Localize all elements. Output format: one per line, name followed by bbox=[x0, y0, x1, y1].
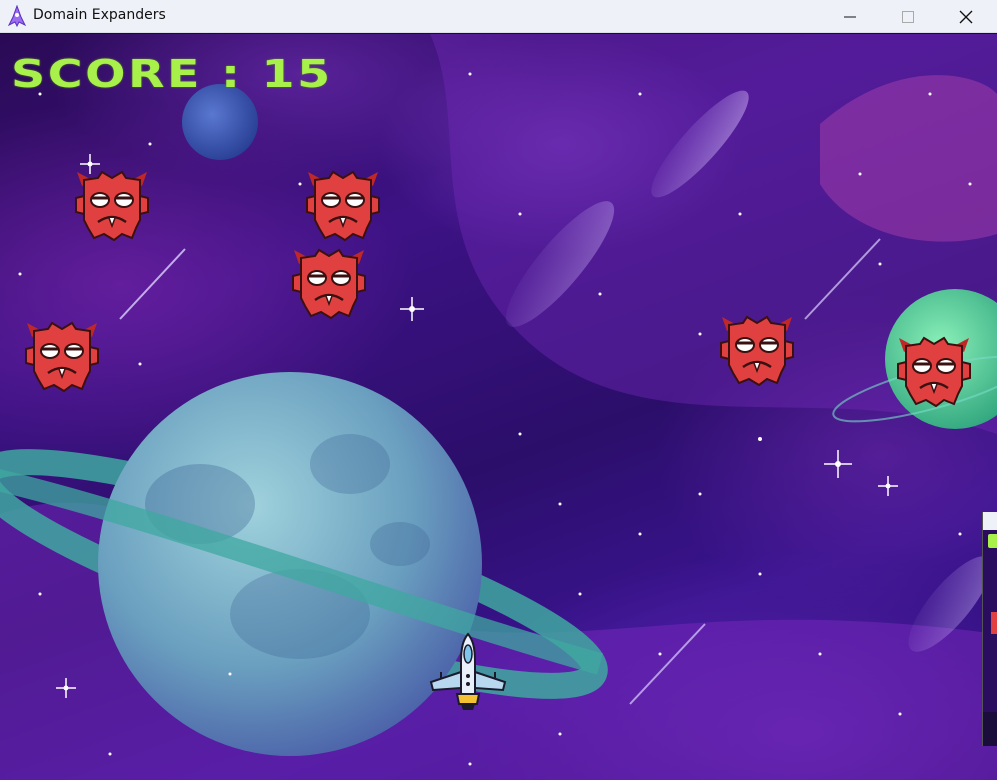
red-monster-icon bbox=[25, 321, 99, 393]
red-monster-icon bbox=[292, 248, 366, 320]
close-button[interactable] bbox=[937, 0, 995, 33]
spaceship-icon[interactable] bbox=[427, 632, 509, 714]
red-monster-icon bbox=[897, 336, 971, 408]
overlay-titlebar bbox=[983, 512, 997, 530]
minimize-icon bbox=[844, 16, 856, 17]
rocket-icon bbox=[7, 5, 27, 27]
game-canvas[interactable]: SCORE : 15 bbox=[0, 34, 997, 780]
close-icon bbox=[959, 10, 973, 23]
window-titlebar[interactable]: Domain Expanders bbox=[0, 0, 997, 33]
maximize-button[interactable] bbox=[879, 0, 937, 33]
red-monster-icon bbox=[75, 170, 149, 242]
overlay-score-fragment bbox=[988, 534, 997, 548]
red-monster-icon bbox=[720, 315, 794, 387]
score-display: SCORE : 15 bbox=[11, 52, 333, 96]
overlapping-window-edge[interactable] bbox=[982, 512, 997, 746]
overlay-enemy-fragment bbox=[991, 612, 997, 634]
red-monster-icon bbox=[306, 170, 380, 242]
maximize-icon bbox=[902, 10, 914, 23]
overlay-dark-region bbox=[983, 712, 997, 746]
minimize-button[interactable] bbox=[821, 0, 879, 33]
window-title: Domain Expanders bbox=[33, 7, 166, 23]
